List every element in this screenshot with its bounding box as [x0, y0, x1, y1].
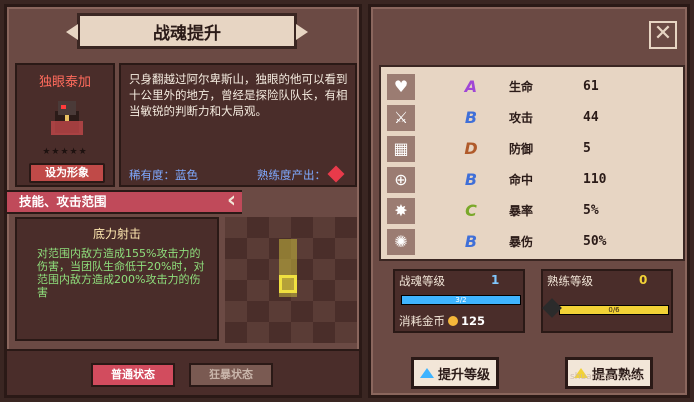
mastery-level-value: 0 [639, 273, 648, 287]
heart-icon: ♥ [387, 73, 415, 100]
stat-value: 50% [583, 234, 607, 249]
spark-icon: ✺ [387, 228, 415, 255]
stat-value: 5% [583, 203, 599, 218]
stats-panel: ✕ ♥ A 生命 61 ⚔ B 攻击 44 ▦ D 防御 5 ⊕ B 命中 11… [368, 4, 690, 398]
upgrade-level-button[interactable]: 提升等级 [411, 357, 499, 389]
stat-row-crit-rate: ✸ C 暴率 5% [381, 195, 683, 226]
mastery-output-label: 熟练度产出： [257, 168, 326, 182]
hero-info-panel: 战魂提升 独眼泰加 ★★★★★ 设为形象 只身翻越过阿尔卑斯山，独眼的他可以看到… [4, 4, 362, 398]
hero-stars: ★★★★★ [42, 147, 88, 157]
cost-value: 125 [461, 314, 486, 328]
hero-avatar [51, 101, 83, 135]
skill-name: 底力射击 [92, 227, 141, 241]
battle-level-label: 战魂等级 [399, 274, 445, 288]
stat-value: 5 [583, 141, 591, 156]
stat-row-accuracy: ⊕ B 命中 110 [381, 164, 683, 195]
stat-row-hp: ♥ A 生命 61 [381, 71, 683, 102]
hero-description: 只身翻越过阿尔卑斯山，独眼的他可以看到十公里外的地方，曾经是探险队队长，有相当敏… [129, 72, 348, 118]
shield-icon: ▦ [387, 135, 415, 162]
stat-name: 攻击 [509, 111, 534, 125]
mastery-level-box: 熟练等级 0 0/6 [541, 269, 673, 333]
skill-description: 对范围内敌方造成155%攻击力的伤害，当团队生命低于20%时，对范围内敌方造成2… [37, 247, 205, 299]
stat-row-attack: ⚔ B 攻击 44 [381, 102, 683, 133]
hero-position-marker [279, 275, 297, 293]
skill-box: 底力射击 对范围内敌方造成155%攻击力的伤害，当团队生命低于20%时，对范围内… [15, 217, 219, 341]
stat-name: 暴伤 [509, 235, 534, 249]
watermark: shuangzan.com [570, 372, 642, 382]
cost-label: 消耗金币 [399, 314, 445, 328]
upgrade-level-label: 提升等级 [437, 367, 490, 383]
mastery-level-label: 熟练等级 [547, 274, 593, 288]
hero-name: 独眼泰加 [38, 75, 91, 90]
arrow-up-icon [419, 368, 434, 378]
upgrade-cost: 消耗金币 125 [399, 313, 485, 329]
battle-level-value: 1 [491, 273, 500, 287]
skill-banner: 技能、攻击范围 [7, 190, 242, 214]
burst-icon: ✸ [387, 197, 415, 224]
stat-name: 生命 [509, 80, 534, 94]
set-appearance-button[interactable]: 设为形象 [29, 163, 105, 183]
dice-icon [327, 165, 345, 183]
mastery-progress-text: 0/6 [608, 306, 620, 314]
rage-state-button[interactable]: 狂暴状态 [189, 363, 273, 387]
stat-grade: B [464, 170, 478, 189]
battle-level-box: 战魂等级 1 3/2 消耗金币 125 [393, 269, 525, 333]
crosshair-icon: ⊕ [387, 166, 415, 193]
stat-grade: B [464, 108, 478, 127]
coin-icon [448, 316, 458, 326]
stat-grade: A [464, 77, 478, 96]
hero-description-box: 只身翻越过阿尔卑斯山，独眼的他可以看到十公里外的地方，曾经是探险队队长，有相当敏… [119, 63, 357, 187]
hero-rarity: 稀有度：蓝色 [129, 168, 198, 182]
sword-icon: ⚔ [387, 104, 415, 131]
page-title: 战魂提升 [66, 13, 308, 49]
stat-grade: D [464, 139, 478, 158]
stat-name: 防御 [509, 142, 534, 156]
stat-grade: B [464, 232, 478, 251]
close-icon[interactable]: ✕ [649, 21, 677, 49]
stat-grade: C [465, 201, 477, 220]
stat-value: 44 [583, 110, 599, 125]
collapse-chevron-icon[interactable]: ‹ [227, 187, 251, 215]
mastery-output: 熟练度产出： [257, 165, 345, 183]
stat-name: 命中 [509, 173, 534, 187]
stat-value: 110 [583, 172, 607, 187]
battle-level-progress-text: 3/2 [455, 296, 467, 304]
normal-state-button[interactable]: 普通状态 [91, 363, 175, 387]
hero-portrait-box: 独眼泰加 ★★★★★ 设为形象 [15, 63, 115, 187]
state-bar [7, 349, 359, 395]
stat-value: 61 [583, 79, 599, 94]
stats-list: ♥ A 生命 61 ⚔ B 攻击 44 ▦ D 防御 5 ⊕ B 命中 110 … [379, 65, 685, 261]
stat-row-defense: ▦ D 防御 5 [381, 133, 683, 164]
stat-row-crit-damage: ✺ B 暴伤 50% [381, 226, 683, 257]
stat-name: 暴率 [509, 204, 534, 218]
